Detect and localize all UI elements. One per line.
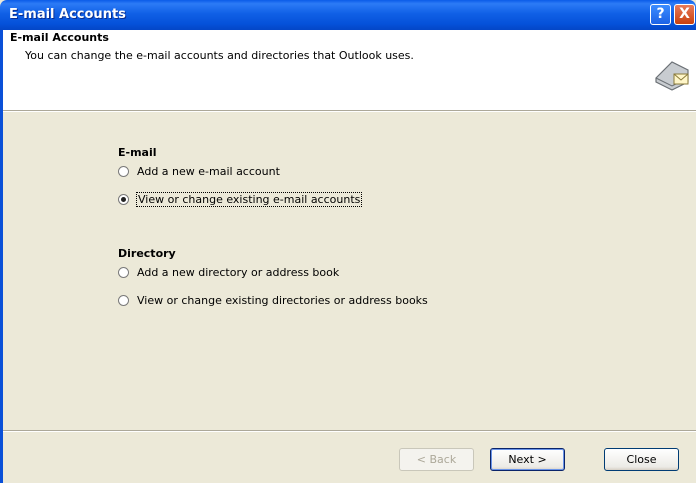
radio-label: Add a new directory or address book bbox=[137, 265, 340, 279]
header-divider bbox=[3, 110, 696, 112]
radio-label: View or change existing e-mail accounts bbox=[135, 191, 363, 207]
close-window-button[interactable]: X bbox=[674, 4, 695, 25]
help-button[interactable]: ? bbox=[650, 4, 671, 25]
title-bar[interactable]: E-mail Accounts ? X bbox=[0, 0, 696, 30]
radio-label: View or change existing directories or a… bbox=[137, 293, 428, 307]
header-description: You can change the e-mail accounts and d… bbox=[25, 49, 414, 62]
footer-divider bbox=[3, 430, 696, 432]
radio-add-email-account[interactable]: Add a new e-mail account bbox=[118, 162, 280, 180]
radio-button-selected[interactable] bbox=[118, 193, 129, 205]
mail-accounts-icon bbox=[655, 61, 689, 91]
next-button[interactable]: Next > bbox=[490, 448, 565, 471]
radio-view-directories[interactable]: View or change existing directories or a… bbox=[118, 291, 428, 309]
radio-button[interactable] bbox=[118, 165, 129, 177]
directory-group-label: Directory bbox=[118, 247, 176, 260]
radio-label: Add a new e-mail account bbox=[137, 164, 280, 178]
window-title: E-mail Accounts bbox=[9, 7, 126, 22]
radio-view-email-accounts[interactable]: View or change existing e-mail accounts bbox=[118, 190, 363, 208]
close-icon: X bbox=[679, 6, 690, 22]
radio-add-directory[interactable]: Add a new directory or address book bbox=[118, 263, 339, 281]
help-icon: ? bbox=[656, 6, 665, 22]
header-title: E-mail Accounts bbox=[10, 31, 109, 44]
close-button[interactable]: Close bbox=[604, 448, 679, 471]
email-group-label: E-mail bbox=[118, 146, 157, 159]
radio-button[interactable] bbox=[118, 266, 129, 278]
radio-button[interactable] bbox=[118, 294, 129, 306]
back-button[interactable]: < Back bbox=[399, 448, 474, 471]
